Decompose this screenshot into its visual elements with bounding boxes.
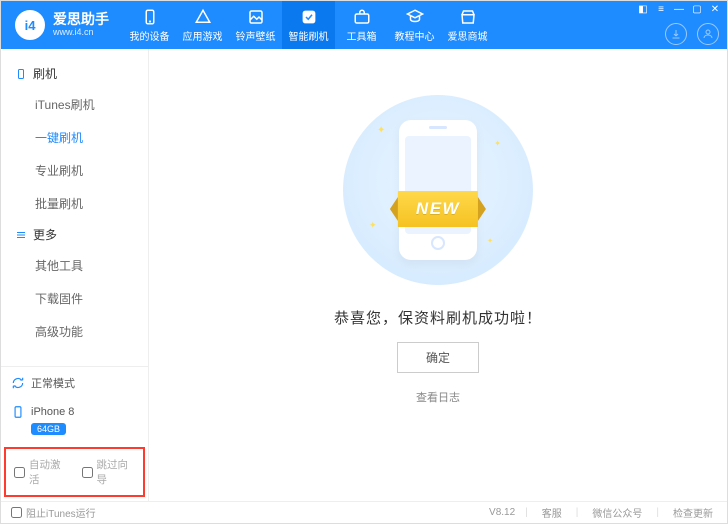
sparkle-icon: ✦ bbox=[487, 237, 493, 245]
toolbox-icon bbox=[353, 8, 371, 26]
success-message: 恭喜您，保资料刷机成功啦！ bbox=[334, 307, 542, 328]
success-illustration: ✦ ✦ ✦ ✦ NEW bbox=[343, 95, 533, 285]
refresh-icon bbox=[11, 376, 25, 390]
auto-activate-checkbox[interactable] bbox=[14, 467, 25, 478]
footer-wechat-link[interactable]: 微信公众号 bbox=[588, 505, 646, 520]
status-bar: 阻止iTunes运行 V8.12 | 客服 | 微信公众号 | 检查更新 bbox=[1, 501, 727, 523]
close-icon[interactable]: ✕ bbox=[707, 3, 723, 15]
connected-device[interactable]: iPhone 8 bbox=[1, 399, 148, 421]
tutorial-icon bbox=[406, 8, 424, 26]
option-label: 自动激活 bbox=[29, 457, 68, 487]
sidebar-group-title: 更多 bbox=[33, 226, 57, 243]
phone-illustration-icon bbox=[399, 120, 477, 260]
nav-label: 爱思商城 bbox=[448, 28, 488, 43]
maximize-icon[interactable]: ▢ bbox=[689, 3, 705, 15]
nav-devices[interactable]: 我的设备 bbox=[123, 1, 176, 49]
nav-label: 我的设备 bbox=[130, 28, 170, 43]
footer-update-link[interactable]: 检查更新 bbox=[669, 505, 717, 520]
block-itunes-checkbox[interactable] bbox=[11, 507, 22, 518]
download-button[interactable] bbox=[665, 23, 687, 45]
phone-small-icon bbox=[11, 405, 25, 419]
nav-store[interactable]: 爱思商城 bbox=[441, 1, 494, 49]
wallpaper-icon bbox=[247, 8, 265, 26]
menu-icon[interactable]: ≡ bbox=[653, 3, 669, 15]
brand-url: www.i4.cn bbox=[53, 28, 109, 38]
device-mode[interactable]: 正常模式 bbox=[1, 367, 148, 399]
sparkle-icon: ✦ bbox=[369, 220, 377, 231]
sidebar-item-onekey-flash[interactable]: 一键刷机 bbox=[1, 121, 148, 154]
nav-flash[interactable]: 智能刷机 bbox=[282, 1, 335, 49]
view-log-link[interactable]: 查看日志 bbox=[416, 389, 460, 405]
main-panel: ✦ ✦ ✦ ✦ NEW 恭喜您，保资料刷机成功啦！ 确定 查看日志 bbox=[149, 49, 727, 501]
store-icon bbox=[459, 8, 477, 26]
nav-label: 教程中心 bbox=[395, 28, 435, 43]
option-skip-guide[interactable]: 跳过向导 bbox=[82, 457, 136, 487]
flash-icon bbox=[300, 8, 318, 26]
nav-toolbox[interactable]: 工具箱 bbox=[335, 1, 388, 49]
sidebar: 刷机 iTunes刷机 一键刷机 专业刷机 批量刷机 更多 其他工具 下载固件 … bbox=[1, 49, 149, 501]
sidebar-group-title: 刷机 bbox=[33, 65, 57, 82]
sparkle-icon: ✦ bbox=[494, 139, 501, 148]
sidebar-item-batch-flash[interactable]: 批量刷机 bbox=[1, 187, 148, 220]
flash-options-highlight: 自动激活 跳过向导 bbox=[4, 447, 145, 497]
nav-label: 铃声壁纸 bbox=[236, 28, 276, 43]
ribbon-text: NEW bbox=[398, 191, 478, 227]
top-nav: 我的设备 应用游戏 铃声壁纸 智能刷机 工具箱 教程中心 bbox=[123, 1, 494, 49]
title-bar: i4 爱思助手 www.i4.cn 我的设备 应用游戏 铃声壁纸 智能刷机 bbox=[1, 1, 727, 49]
device-name: iPhone 8 bbox=[31, 406, 74, 418]
option-label: 跳过向导 bbox=[97, 457, 136, 487]
window-controls: ◧ ≡ — ▢ ✕ bbox=[635, 3, 723, 15]
brand-name: 爱思助手 bbox=[53, 12, 109, 27]
sidebar-group-more: 更多 bbox=[1, 220, 148, 249]
ok-button[interactable]: 确定 bbox=[397, 342, 479, 373]
block-itunes-label: 阻止iTunes运行 bbox=[26, 505, 96, 520]
nav-ringwall[interactable]: 铃声壁纸 bbox=[229, 1, 282, 49]
nav-tutorial[interactable]: 教程中心 bbox=[388, 1, 441, 49]
phone-outline-icon bbox=[15, 68, 27, 80]
sidebar-item-download-fw[interactable]: 下载固件 bbox=[1, 282, 148, 315]
sidebar-item-other-tools[interactable]: 其他工具 bbox=[1, 249, 148, 282]
sidebar-item-pro-flash[interactable]: 专业刷机 bbox=[1, 154, 148, 187]
list-icon bbox=[15, 229, 27, 241]
new-ribbon: NEW bbox=[390, 191, 486, 227]
device-mode-label: 正常模式 bbox=[31, 375, 75, 391]
nav-label: 应用游戏 bbox=[183, 28, 223, 43]
sparkle-icon: ✦ bbox=[377, 125, 385, 136]
brand: i4 爱思助手 www.i4.cn bbox=[1, 10, 123, 40]
sidebar-group-flash: 刷机 bbox=[1, 59, 148, 88]
footer-service-link[interactable]: 客服 bbox=[538, 505, 566, 520]
option-auto-activate[interactable]: 自动激活 bbox=[14, 457, 68, 487]
skip-guide-checkbox[interactable] bbox=[82, 467, 93, 478]
sidebar-item-advanced[interactable]: 高级功能 bbox=[1, 315, 148, 348]
sidebar-item-itunes-flash[interactable]: iTunes刷机 bbox=[1, 88, 148, 121]
minimize-icon[interactable]: — bbox=[671, 3, 687, 15]
nav-label: 智能刷机 bbox=[289, 28, 329, 43]
skin-icon[interactable]: ◧ bbox=[635, 3, 651, 15]
version-label: V8.12 bbox=[489, 507, 515, 518]
apps-icon bbox=[194, 8, 212, 26]
storage-badge: 64GB bbox=[31, 423, 66, 435]
brand-logo-icon: i4 bbox=[15, 10, 45, 40]
block-itunes-option[interactable]: 阻止iTunes运行 bbox=[11, 505, 96, 520]
nav-label: 工具箱 bbox=[347, 28, 377, 43]
account-button[interactable] bbox=[697, 23, 719, 45]
nav-apps[interactable]: 应用游戏 bbox=[176, 1, 229, 49]
header-actions bbox=[665, 23, 719, 45]
phone-icon bbox=[141, 8, 159, 26]
